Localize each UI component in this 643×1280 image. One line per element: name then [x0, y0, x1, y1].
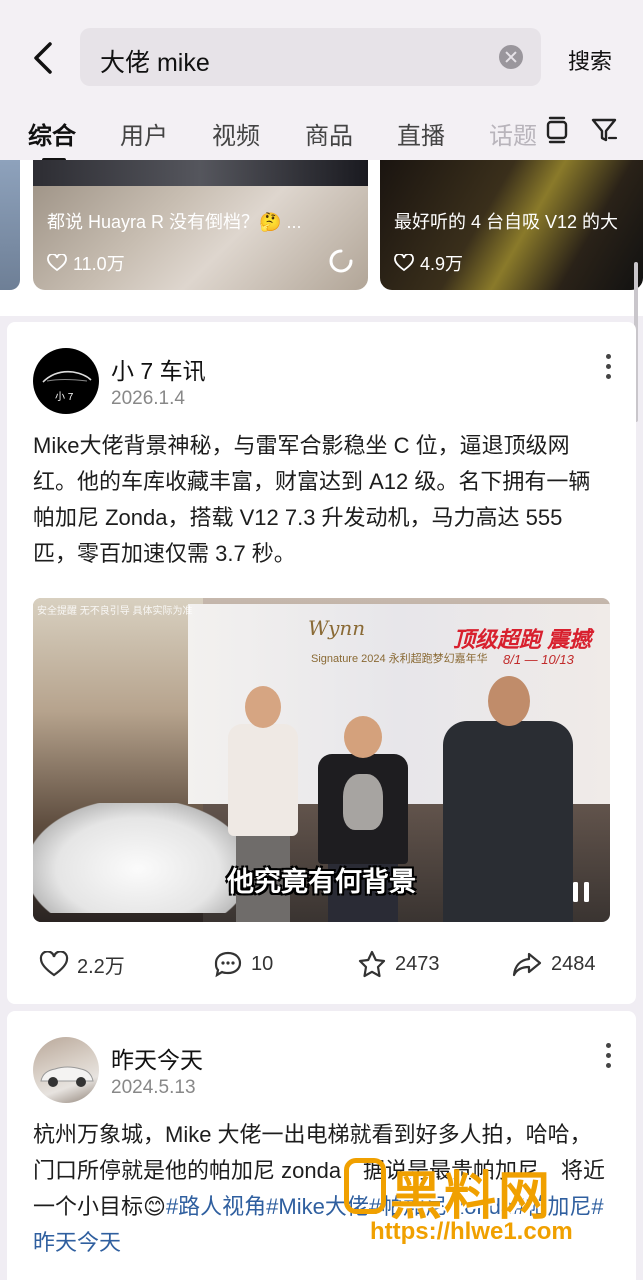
car-photo-icon	[40, 1066, 94, 1087]
pause-icon[interactable]	[570, 880, 592, 904]
share-button[interactable]: 2484	[511, 950, 596, 978]
heart-icon	[47, 254, 67, 272]
video-thumbnail-partial[interactable]	[0, 160, 20, 290]
more-options-icon[interactable]	[606, 1043, 612, 1073]
clear-icon[interactable]	[499, 45, 523, 69]
post-card[interactable]: 昨天今天 2024.5.13 杭州万象城，Mike 大佬一出电梯就看到好多人拍，…	[7, 1011, 636, 1280]
video-card[interactable]: 最好听的 4 台自吸 V12 的大 4.9万	[380, 160, 643, 290]
avatar[interactable]	[33, 1037, 99, 1103]
video-likes: 4.9万	[394, 250, 463, 276]
video-card[interactable]: 都说 Huayra R 没有倒档？🤔 ... 11.0万	[33, 160, 368, 290]
star-icon	[358, 950, 386, 978]
post-card[interactable]: 小 7 小 7 车讯 2026.1.4 Mike大佬背景神秘，与雷军合影稳坐 C…	[7, 322, 636, 1004]
post-video[interactable]: 安全提醒 无不良引导 具体实际为准 Wynn Signature 2024 永利…	[33, 598, 610, 922]
comment-icon	[214, 951, 242, 978]
tab-live[interactable]: 直播	[397, 116, 445, 151]
heart-icon	[394, 254, 414, 272]
search-input[interactable]: 大佬 mike	[100, 43, 210, 79]
video-caption: 他究竟有何背景	[227, 867, 416, 897]
video-strip: 都说 Huayra R 没有倒档？🤔 ... 11.0万 最好听的 4 台自吸 …	[0, 160, 643, 316]
video-title: 最好听的 4 台自吸 V12 的大	[394, 212, 619, 232]
brand-logo: Wynn	[308, 616, 366, 640]
post-date: 2026.1.4	[111, 388, 185, 409]
avatar[interactable]: 小 7	[33, 348, 99, 414]
avatar-text: 小 7	[55, 392, 74, 403]
post-date: 2024.5.13	[111, 1077, 196, 1098]
banner-headline: 顶级超跑 震撼	[453, 627, 592, 652]
post-text: Mike大佬背景神秘，与雷军合影稳坐 C 位，逼退顶级网红。他的车库收藏丰富，财…	[33, 433, 591, 566]
share-icon	[512, 952, 542, 977]
filter-icon[interactable]	[590, 116, 618, 144]
layout-toggle-icon[interactable]	[544, 116, 570, 144]
tab-topics[interactable]: 话题	[489, 116, 537, 151]
banner-dates: 8/1 — 10/13	[503, 652, 574, 667]
like-button[interactable]: 2.2万	[39, 950, 125, 979]
post-text: 杭州万象城，Mike 大佬一出电梯就看到好多人拍，哈哈，门口所停就是他的帕加尼 …	[33, 1122, 606, 1255]
author-name[interactable]: 小 7 车讯	[111, 352, 206, 386]
back-arrow-icon[interactable]	[26, 38, 62, 78]
post-actions: 2.2万 10 2473 2484	[7, 946, 636, 986]
car-logo-icon	[42, 370, 92, 383]
search-button[interactable]: 搜索	[568, 44, 612, 76]
video-likes: 11.0万	[47, 250, 125, 276]
author-name[interactable]: 昨天今天	[111, 1041, 203, 1075]
loading-spinner-icon	[329, 249, 353, 273]
favorite-button[interactable]: 2473	[357, 950, 440, 978]
tab-products[interactable]: 商品	[305, 116, 353, 151]
video-title: 都说 Huayra R 没有倒档？🤔 ...	[47, 212, 302, 232]
tab-users[interactable]: 用户	[120, 116, 168, 151]
tab-all[interactable]: 综合	[28, 116, 76, 162]
heart-icon	[39, 951, 69, 977]
search-bar[interactable]: 大佬 mike	[80, 28, 541, 86]
tab-videos[interactable]: 视频	[212, 116, 260, 151]
safety-note: 安全提醒 无不良引导 具体实际为准	[37, 606, 193, 617]
more-options-icon[interactable]	[606, 354, 612, 384]
comment-button[interactable]: 10	[213, 950, 273, 978]
